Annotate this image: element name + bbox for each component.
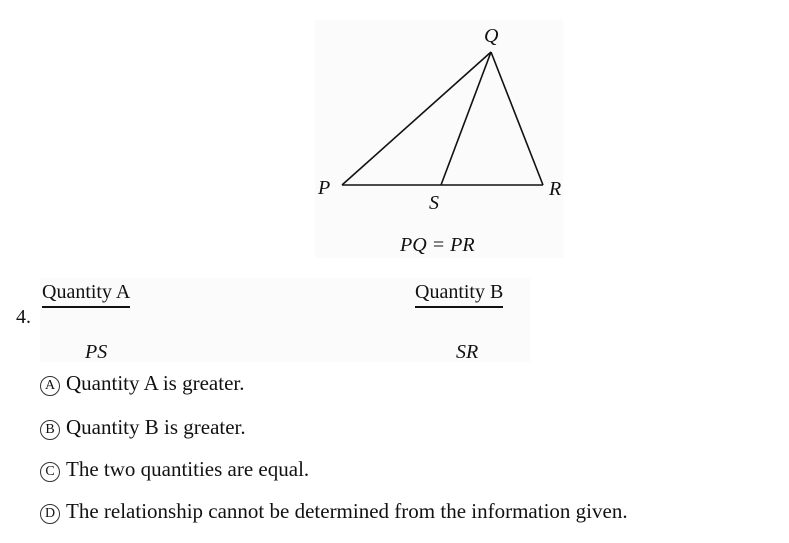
label-s: S	[429, 192, 439, 214]
quantity-a-header: Quantity A	[42, 281, 131, 308]
question-number: 4.	[16, 306, 31, 328]
choice-c[interactable]: C The two quantities are equal.	[40, 457, 309, 482]
segment-qr	[490, 51, 544, 186]
choice-c-text: The two quantities are equal.	[66, 457, 310, 481]
label-p: P	[317, 177, 330, 199]
triangle-diagram: Q P R S	[317, 25, 561, 214]
choice-b-bubble[interactable]: B	[40, 419, 60, 440]
quantity-b-value: SR	[456, 341, 479, 363]
segment-pq	[341, 51, 492, 186]
choice-b[interactable]: B Quantity B is greater.	[40, 415, 246, 440]
choice-a[interactable]: A Quantity A is greater.	[40, 371, 244, 396]
label-q: Q	[484, 25, 499, 47]
choice-d-text: The relationship cannot be determined fr…	[66, 499, 628, 523]
choice-d[interactable]: D The relationship cannot be determined …	[40, 499, 628, 524]
choice-a-text: Quantity A is greater.	[66, 371, 245, 395]
choice-b-text: Quantity B is greater.	[66, 415, 246, 439]
segment-qs	[440, 51, 492, 186]
label-r: R	[548, 178, 561, 200]
quantity-b-header: Quantity B	[415, 281, 504, 308]
choice-c-bubble[interactable]: C	[40, 461, 60, 482]
figure-panel: Q P R S	[315, 20, 563, 258]
quantity-a-value: PS	[85, 341, 108, 363]
choice-d-bubble[interactable]: D	[40, 503, 60, 524]
given-equation: PQ = PR	[400, 234, 475, 256]
choice-a-bubble[interactable]: A	[40, 375, 60, 396]
